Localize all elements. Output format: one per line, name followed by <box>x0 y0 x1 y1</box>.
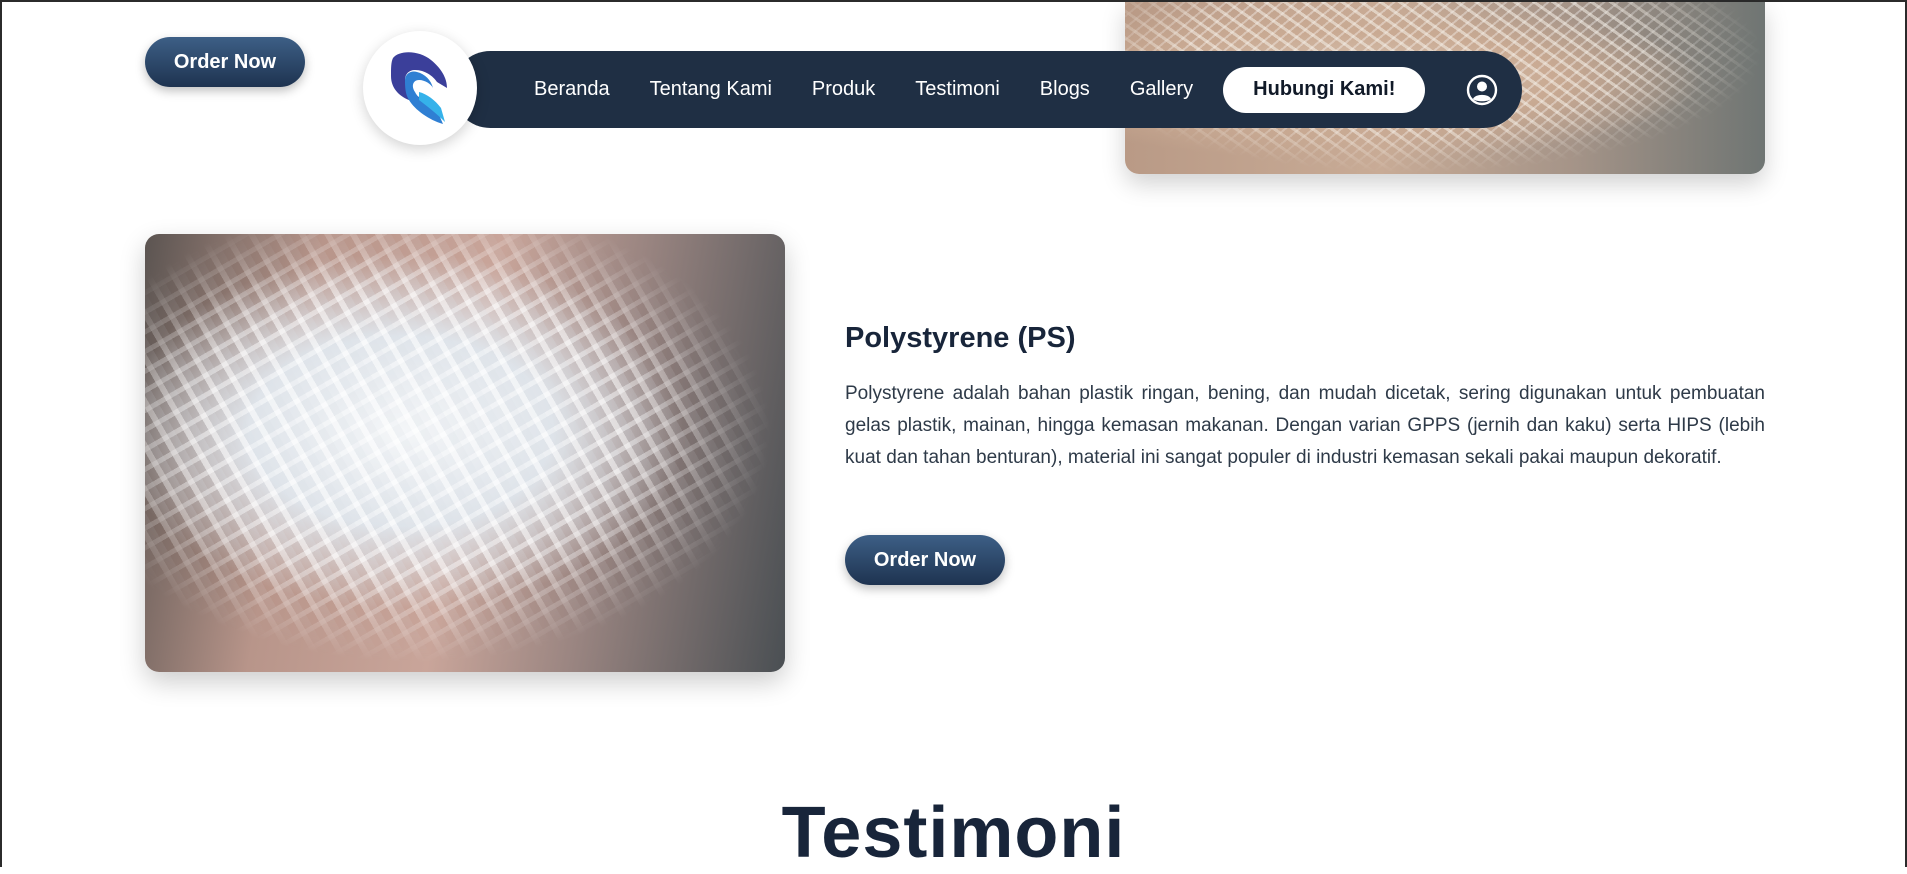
order-now-button-top[interactable]: Order Now <box>145 37 305 87</box>
nav-link-beranda[interactable]: Beranda <box>534 78 610 101</box>
polystyrene-crystals-texture <box>145 234 785 672</box>
nav-link-blogs[interactable]: Blogs <box>1040 78 1090 101</box>
main-navbar: Beranda Tentang Kami Produk Testimoni Bl… <box>452 51 1522 128</box>
polystyrene-product-image <box>145 234 785 672</box>
nav-link-tentang-kami[interactable]: Tentang Kami <box>650 78 772 101</box>
product-description: Polystyrene adalah bahan plastik ringan,… <box>845 383 1765 468</box>
hubungi-kami-button[interactable]: Hubungi Kami! <box>1223 66 1426 113</box>
order-now-button-product[interactable]: Order Now <box>845 535 1005 585</box>
nav-link-produk[interactable]: Produk <box>812 78 875 101</box>
nav-links: Beranda Tentang Kami Produk Testimoni Bl… <box>534 78 1233 101</box>
brand-logo[interactable] <box>363 31 477 145</box>
nav-link-testimoni[interactable]: Testimoni <box>915 78 999 101</box>
nav-link-gallery[interactable]: Gallery <box>1130 78 1193 101</box>
bird-logo-icon <box>391 52 447 124</box>
product-title: Polystyrene (PS) <box>845 322 1076 354</box>
testimoni-section-title: Testimoni <box>781 793 1126 873</box>
user-circle-icon[interactable] <box>1465 73 1499 107</box>
user-circle-icon-graphic <box>1467 74 1498 105</box>
